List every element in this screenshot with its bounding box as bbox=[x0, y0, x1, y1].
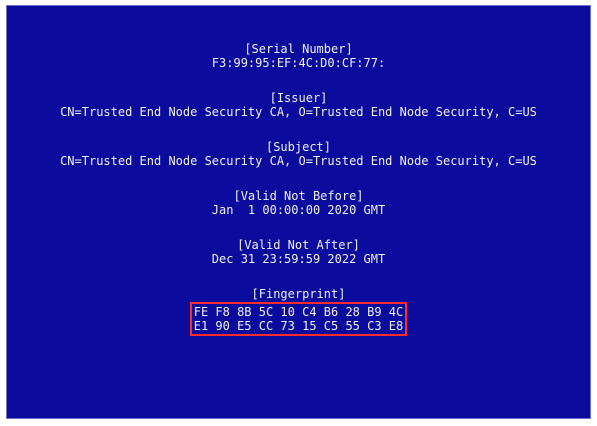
certificate-content: [Serial Number] F3:99:95:EF:4C:D0:CF:77:… bbox=[7, 42, 590, 357]
certificate-details-screen: [Serial Number] F3:99:95:EF:4C:D0:CF:77:… bbox=[0, 0, 597, 426]
serial-number-label: [Serial Number] bbox=[244, 42, 353, 56]
fingerprint-highlight-box: FE F8 8B 5C 10 C4 B6 28 B9 4C E1 90 E5 C… bbox=[189, 302, 408, 336]
fingerprint-line-2: E1 90 E5 CC 73 15 C5 55 C3 E8 bbox=[193, 319, 404, 333]
issuer-value: CN=Trusted End Node Security CA, O=Trust… bbox=[60, 105, 537, 119]
serial-number-value: F3:99:95:EF:4C:D0:CF:77: bbox=[211, 56, 386, 70]
valid-not-after-value: Dec 31 23:59:59 2022 GMT bbox=[211, 252, 386, 266]
issuer-label: [Issuer] bbox=[269, 91, 328, 105]
valid-not-after-label: [Valid Not After] bbox=[237, 238, 360, 252]
certificate-panel: [Serial Number] F3:99:95:EF:4C:D0:CF:77:… bbox=[6, 5, 591, 419]
fingerprint-label: [Fingerprint] bbox=[251, 287, 346, 301]
fingerprint-section: [Fingerprint] FE F8 8B 5C 10 C4 B6 28 B9… bbox=[7, 287, 590, 336]
subject-label: [Subject] bbox=[265, 140, 332, 154]
subject-value: CN=Trusted End Node Security CA, O=Trust… bbox=[60, 154, 537, 168]
valid-not-before-section: [Valid Not Before] Jan 1 00:00:00 2020 G… bbox=[7, 189, 590, 217]
issuer-section: [Issuer] CN=Trusted End Node Security CA… bbox=[7, 91, 590, 119]
valid-not-after-section: [Valid Not After] Dec 31 23:59:59 2022 G… bbox=[7, 238, 590, 266]
subject-section: [Subject] CN=Trusted End Node Security C… bbox=[7, 140, 590, 168]
serial-number-section: [Serial Number] F3:99:95:EF:4C:D0:CF:77: bbox=[7, 42, 590, 70]
valid-not-before-value: Jan 1 00:00:00 2020 GMT bbox=[211, 203, 386, 217]
valid-not-before-label: [Valid Not Before] bbox=[233, 189, 364, 203]
fingerprint-line-1: FE F8 8B 5C 10 C4 B6 28 B9 4C bbox=[193, 305, 404, 319]
